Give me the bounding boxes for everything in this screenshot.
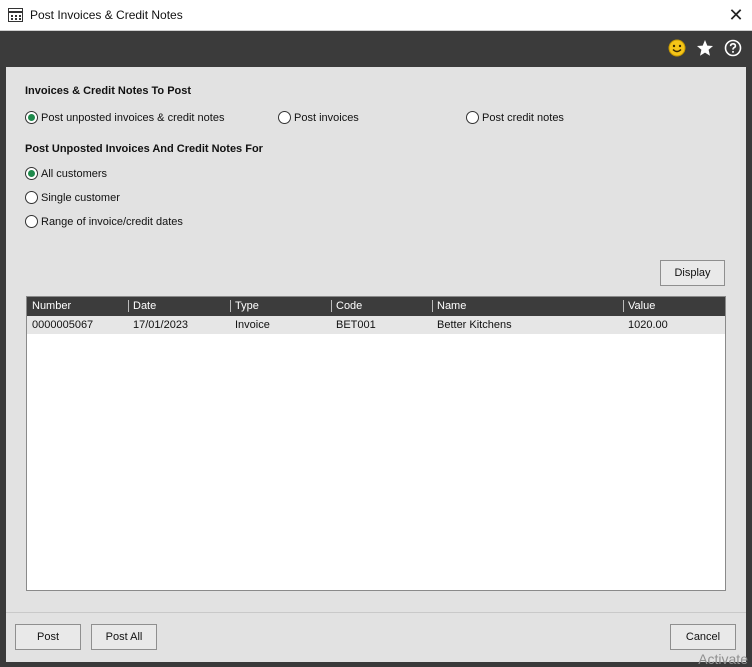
toolbar [0,31,752,67]
radio-post-credit-notes[interactable]: Post credit notes [466,111,564,124]
cell-value: 1020.00 [628,319,668,331]
help-icon[interactable] [724,39,742,57]
title-bar: Post Invoices & Credit Notes ✕ [0,0,752,31]
column-header-number[interactable]: Number [32,300,71,312]
column-header-value[interactable]: Value [623,300,655,312]
column-header-type[interactable]: Type [230,300,259,312]
smiley-icon[interactable] [668,39,686,57]
radio-all-customers[interactable]: All customers [25,167,107,180]
column-header-code[interactable]: Code [331,300,362,312]
radio-date-range[interactable]: Range of invoice/credit dates [25,215,183,228]
cell-name: Better Kitchens [437,319,512,331]
column-header-date[interactable]: Date [128,300,156,312]
invoices-to-post-heading: Invoices & Credit Notes To Post [25,85,192,97]
post-button[interactable]: Post [15,624,81,650]
dialog-footer: Post Post All Cancel [6,612,746,662]
post-all-button[interactable]: Post All [91,624,157,650]
window-title: Post Invoices & Credit Notes [30,8,183,22]
radio-selected-indicator[interactable] [25,167,38,180]
grid-header: Number Date Type Code Name Value [27,297,725,316]
radio-post-unposted[interactable]: Post unposted invoices & credit notes [25,111,224,124]
radio-post-invoices[interactable]: Post invoices [278,111,359,124]
cell-number: 0000005067 [32,319,94,331]
close-icon[interactable]: ✕ [720,0,752,30]
dialog-content: Invoices & Credit Notes To Post Post unp… [6,67,746,612]
cell-type: Invoice [235,319,270,331]
table-row[interactable]: 0000005067 17/01/2023 Invoice BET001 Bet… [27,316,725,334]
cell-code: BET001 [336,319,376,331]
cell-date: 17/01/2023 [133,319,189,331]
activate-watermark: Activate [698,651,748,667]
invoices-grid: Number Date Type Code Name Value 0000005… [26,296,726,591]
window-app-icon [8,8,23,22]
star-icon[interactable] [696,39,714,57]
radio-single-customer[interactable]: Single customer [25,191,120,204]
display-button[interactable]: Display [660,260,725,286]
radio-selected-indicator[interactable] [25,111,38,124]
column-header-name[interactable]: Name [432,300,466,312]
post-unposted-for-heading: Post Unposted Invoices And Credit Notes … [25,143,263,155]
cancel-button[interactable]: Cancel [670,624,736,650]
